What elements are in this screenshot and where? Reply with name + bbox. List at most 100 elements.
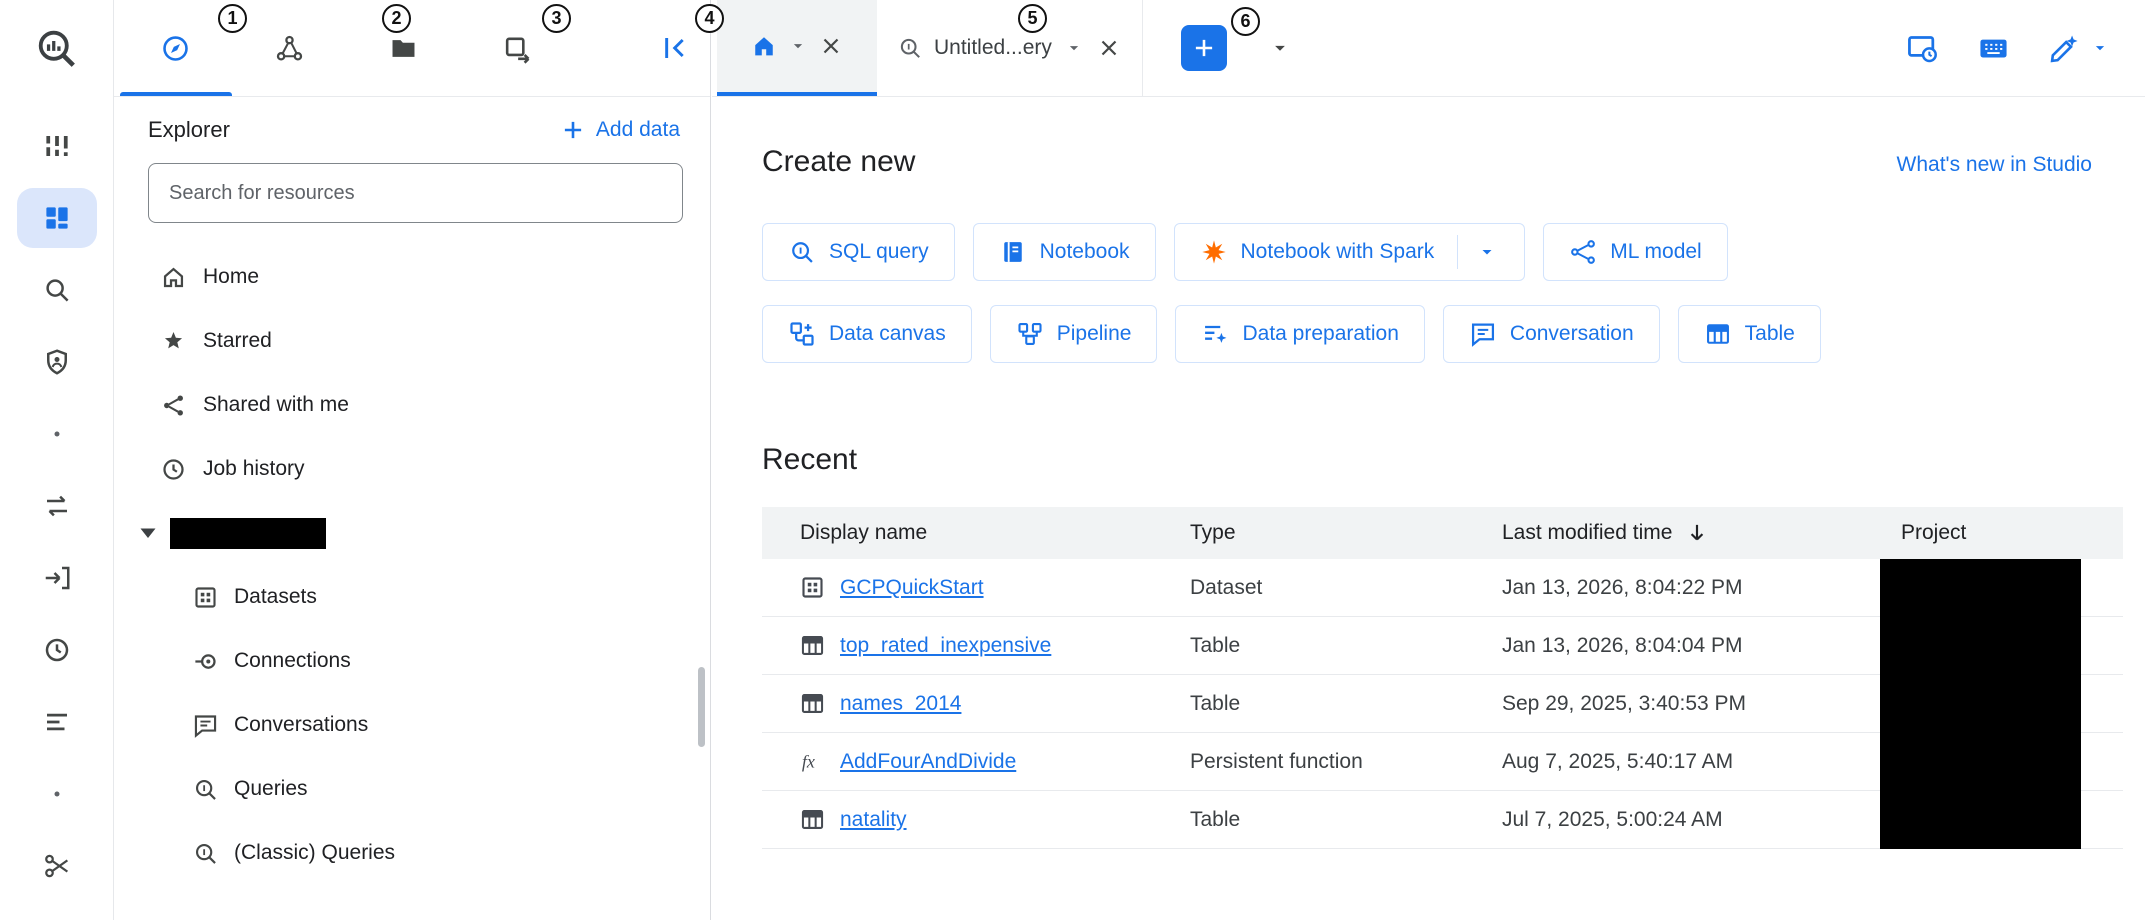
dot-icon — [51, 428, 63, 440]
redacted-project-name — [170, 518, 326, 549]
home-icon — [160, 264, 187, 291]
explorer-item-shared-with-me[interactable]: Shared with me — [114, 373, 710, 437]
redacted-project-column — [1880, 559, 2081, 849]
monitoring-lines-icon — [42, 707, 72, 737]
create-buttons-row-2: Data canvas Pipeline Data preparation Conve… — [762, 305, 2145, 363]
create-notebook-with-spark-button[interactable]: Notebook with Spark — [1174, 223, 1526, 281]
untitled-query-tab[interactable]: Untitled...ery — [877, 0, 1143, 96]
resource-link[interactable]: names_2014 — [840, 692, 961, 716]
rail-analysis-button[interactable] — [0, 110, 114, 182]
create-pipeline-button[interactable]: Pipeline — [990, 305, 1158, 363]
type-cell: Dataset — [1190, 576, 1502, 600]
explorer-item-datasets[interactable]: Datasets — [114, 565, 710, 629]
create-conversation-button[interactable]: Conversation — [1443, 305, 1660, 363]
explorer-scrollbar[interactable] — [698, 667, 705, 747]
active-tab-underline — [120, 92, 232, 96]
explorer-item-job-history[interactable]: Job history — [114, 437, 710, 501]
col-last-modified[interactable]: Last modified time — [1502, 520, 1901, 546]
rail-governance-button[interactable] — [0, 326, 114, 398]
search-input[interactable] — [148, 163, 683, 223]
explorer-tabbar — [114, 0, 710, 97]
annotation-badge-6: 6 — [1231, 7, 1260, 36]
col-type: Type — [1190, 521, 1502, 545]
bigquery-logo-icon — [34, 26, 80, 72]
rail-studio-button[interactable] — [0, 182, 114, 254]
notebook-icon — [999, 238, 1027, 266]
pipeline-icon — [1016, 320, 1044, 348]
plus-icon — [560, 117, 586, 143]
gemini-assist-button[interactable] — [2048, 32, 2111, 65]
explorer-item-home[interactable]: Home — [114, 245, 710, 309]
create-ml-model-button[interactable]: ML model — [1543, 223, 1727, 281]
explorer-item-queries[interactable]: Queries — [114, 757, 710, 821]
chevron-down-icon[interactable] — [1063, 37, 1085, 59]
rail-divider-dot — [0, 398, 114, 470]
explorer-header: Explorer Add data — [114, 97, 710, 163]
new-tab-button[interactable] — [1181, 25, 1227, 71]
explorer-title: Explorer — [148, 117, 230, 143]
create-notebook-button[interactable]: Notebook — [973, 223, 1156, 281]
spark-icon — [1200, 238, 1228, 266]
last-modified-cell: Jan 13, 2026, 8:04:22 PM — [1502, 576, 1901, 600]
col-display-name: Display name — [762, 521, 1190, 545]
data-preparation-icon — [1201, 320, 1229, 348]
create-data-canvas-button[interactable]: Data canvas — [762, 305, 972, 363]
type-cell: Table — [1190, 692, 1502, 716]
rail-items — [0, 110, 113, 902]
close-icon[interactable] — [818, 33, 844, 59]
rail-scheduling-button[interactable] — [0, 614, 114, 686]
explorer-item-connections[interactable]: Connections — [114, 629, 710, 693]
recent-title: Recent — [762, 443, 2145, 477]
rail-sharing-button[interactable] — [0, 830, 114, 902]
add-data-button[interactable]: Add data — [560, 117, 680, 143]
gemini-pen-icon — [2048, 32, 2081, 65]
explorer-item-starred[interactable]: Starred — [114, 309, 710, 373]
last-modified-cell: Jul 7, 2025, 5:00:24 AM — [1502, 808, 1901, 832]
close-icon[interactable] — [1096, 35, 1122, 61]
rail-migration-button[interactable] — [0, 542, 114, 614]
tab-label: Untitled...ery — [934, 36, 1052, 60]
resource-link[interactable]: GCPQuickStart — [840, 576, 984, 600]
rail-monitoring-button[interactable] — [0, 686, 114, 758]
last-modified-cell: Sep 29, 2025, 3:40:53 PM — [1502, 692, 1901, 716]
triangle-down-icon — [136, 521, 160, 545]
studio-grid-icon — [42, 203, 72, 233]
explorer-tab-compass[interactable] — [118, 0, 232, 96]
caret-down-icon — [1475, 240, 1499, 264]
lineage-nodes-icon — [274, 33, 305, 64]
home-icon — [750, 32, 778, 60]
function-icon: fx — [799, 748, 826, 775]
bigquery-logo[interactable] — [0, 0, 113, 98]
governance-shield-icon — [42, 347, 72, 377]
left-nav-rail — [0, 0, 114, 920]
share-icon — [160, 392, 187, 419]
connection-icon — [192, 648, 219, 675]
create-data-preparation-button[interactable]: Data preparation — [1175, 305, 1424, 363]
window-clock-icon[interactable] — [1906, 32, 1939, 65]
explorer-project-row[interactable] — [114, 501, 710, 565]
create-buttons-row-1: SQL query Notebook Notebook with Spark ML m… — [762, 223, 2145, 281]
explorer-item-classic-queries[interactable]: (Classic) Queries — [114, 821, 710, 885]
tab-list-chevron-icon[interactable] — [1267, 35, 1293, 61]
create-table-button[interactable]: Table — [1678, 305, 1821, 363]
explorer-tab-lineage[interactable] — [232, 0, 346, 96]
table-header-row: Display name Type Last modified time Pro… — [762, 507, 2123, 559]
resource-link[interactable]: AddFourAndDivide — [840, 750, 1016, 774]
chevron-down-icon[interactable] — [787, 35, 809, 57]
resource-link[interactable]: natality — [840, 808, 907, 832]
repository-icon — [502, 33, 533, 64]
type-cell: Table — [1190, 808, 1502, 832]
whats-new-link[interactable]: What's new in Studio — [1897, 153, 2092, 177]
explorer-item-conversations[interactable]: Conversations — [114, 693, 710, 757]
editor-tabbar: Untitled...ery — [712, 0, 2145, 97]
rail-transfers-button[interactable] — [0, 470, 114, 542]
create-sql-query-button[interactable]: SQL query — [762, 223, 955, 281]
collapse-panel-icon[interactable] — [658, 32, 690, 64]
home-tab[interactable] — [717, 0, 877, 96]
explorer-nav-list: HomeStarredShared with meJob history Data… — [114, 245, 710, 885]
search-icon — [42, 275, 72, 305]
rail-search-button[interactable] — [0, 254, 114, 326]
resource-link[interactable]: top_rated_inexpensive — [840, 634, 1051, 658]
keyboard-icon[interactable] — [1977, 32, 2010, 65]
query-icon — [788, 238, 816, 266]
